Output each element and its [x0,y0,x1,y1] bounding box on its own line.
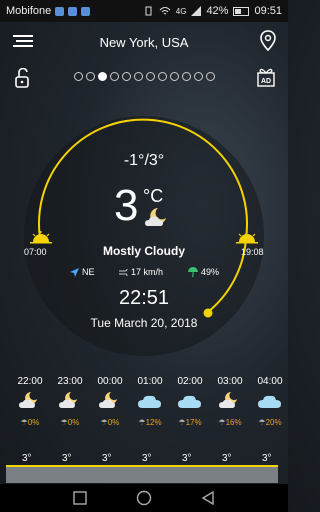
umbrella-icon: ☂ [218,418,226,427]
hour-temp: 3° [262,453,272,464]
moon-cloud-icon [19,392,37,408]
moon-cloud-icon [219,392,237,408]
home-button[interactable] [136,490,152,506]
hour-item[interactable]: 00:00 ☂0% [90,376,130,427]
hour-time: 03:00 [217,376,243,387]
hour-temp: 3° [222,453,232,464]
recents-button[interactable] [72,490,88,506]
wind-direction: NE [70,267,95,277]
hour-precip: 16% [225,418,242,427]
local-clock: 22:51 [118,287,170,309]
umbrella-icon: ☂ [60,418,68,427]
cloud-icon [138,395,161,408]
cloud-icon [258,395,281,408]
umbrella-icon: ☂ [258,418,266,427]
hour-temp: 3° [142,453,152,464]
umbrella-icon: ☂ [138,418,146,427]
hour-precip: 17% [185,418,202,427]
hourly-forecast[interactable]: 22:00 ☂0% 23:00 ☂0% 00:00 ☂0% 01:00 ☂12%… [0,376,288,446]
hour-precip: 0% [67,418,80,427]
hour-temp: 3° [182,453,192,464]
current-temperature: 3 [114,181,139,230]
sunrise-icon [30,231,52,244]
back-button[interactable] [200,490,216,506]
wind-speed: 17 km/h [118,267,163,277]
temperature-unit[interactable]: °C [143,186,163,207]
temperature-graph-line [6,465,278,467]
hour-temp: 3° [22,453,32,464]
hour-precip: 0% [107,418,120,427]
local-date: Tue March 20, 2018 [90,316,198,330]
umbrella-icon: ☂ [178,418,186,427]
hour-time: 02:00 [177,376,203,387]
cloud-icon [178,395,201,408]
hour-temp: 3° [62,453,72,464]
hour-item[interactable]: 03:00 ☂16% [210,376,250,427]
umbrella-icon [188,267,198,277]
hour-item[interactable]: 01:00 ☂12% [130,376,170,427]
hour-time: 04:00 [257,376,283,387]
umbrella-icon: ☂ [100,418,108,427]
system-nav-bar [0,484,288,512]
moon-cloud-icon [145,208,166,226]
umbrella-icon: ☂ [20,418,28,427]
sunrise-time: 07:00 [24,247,47,257]
hour-item[interactable]: 04:00 ☂20% [250,376,290,427]
sunset-time: 19:08 [241,247,264,257]
hour-time: 01:00 [137,376,163,387]
hour-item[interactable]: 23:00 ☂0% [50,376,90,427]
navigation-arrow-icon [70,267,79,277]
hour-temp: 3° [102,453,112,464]
hour-time: 00:00 [97,376,123,387]
hour-precip: 12% [145,418,162,427]
temperature-graph [6,465,278,483]
wind-icon [119,268,128,276]
hour-item[interactable]: 02:00 ☂17% [170,376,210,427]
hour-time: 23:00 [57,376,83,387]
hour-time: 22:00 [17,376,43,387]
hour-precip: 20% [265,418,282,427]
moon-cloud-icon [99,392,117,408]
hour-precip: 0% [27,418,40,427]
hour-item[interactable]: 22:00 ☂0% [10,376,50,427]
humidity: 49% [188,267,219,277]
min-max-temp: -1°/3° [123,152,165,169]
moon-cloud-icon [59,392,77,408]
sunset-icon [236,231,258,244]
